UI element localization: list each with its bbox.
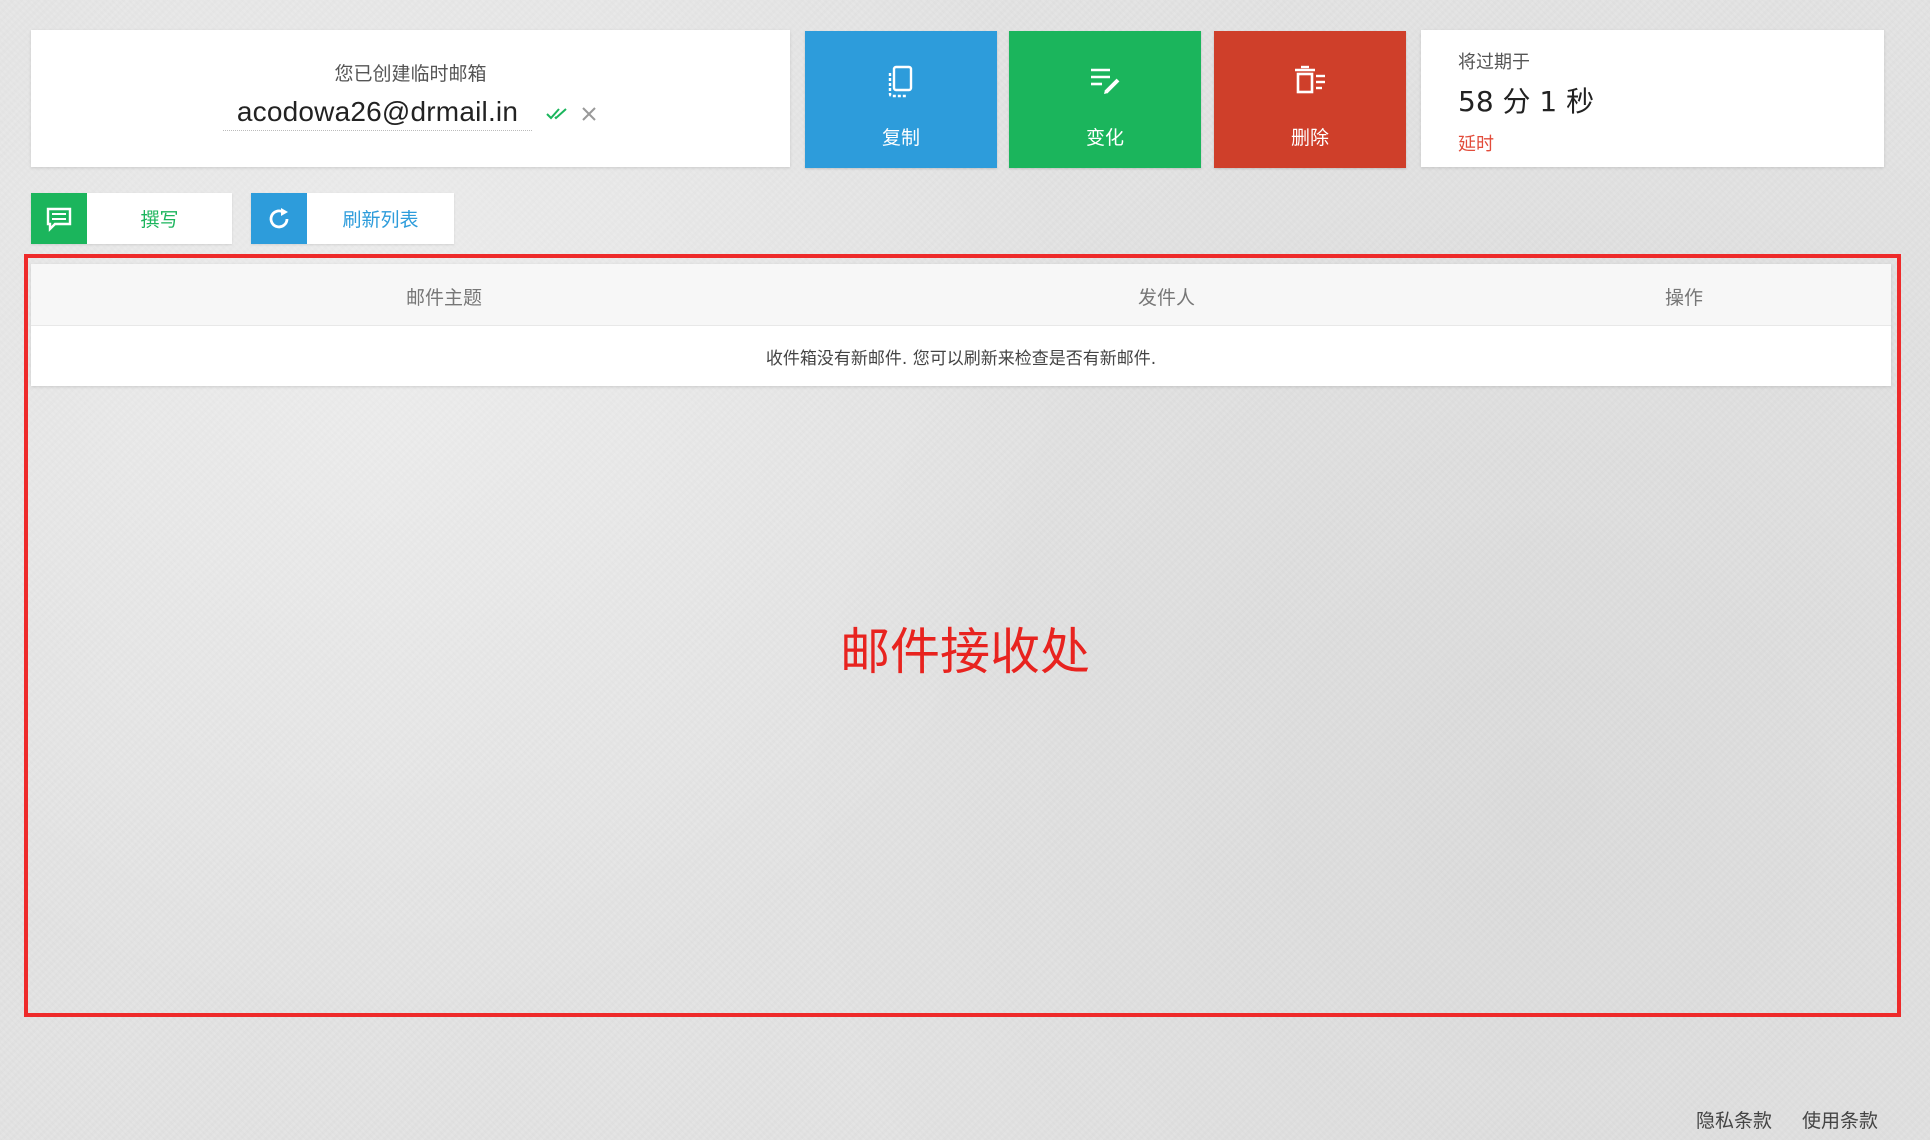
address-caption: 您已创建临时邮箱	[334, 63, 487, 85]
message-icon	[31, 193, 87, 244]
copy-button[interactable]: 复制	[805, 31, 997, 168]
address-card: 您已创建临时邮箱 acodowa26@drmail.in	[31, 30, 790, 167]
delete-label: 删除	[1290, 127, 1329, 149]
refresh-icon	[251, 193, 307, 244]
copy-label: 复制	[881, 127, 920, 149]
expiry-label: 将过期于	[1458, 52, 1530, 73]
extend-link[interactable]: 延时	[1458, 130, 1494, 156]
expiry-card: 将过期于 58 分 1 秒 延时	[1421, 30, 1884, 167]
change-label: 变化	[1085, 127, 1124, 149]
email-address[interactable]: acodowa26@drmail.in	[222, 96, 533, 131]
expiry-countdown: 58 分 1 秒	[1458, 85, 1595, 118]
refresh-list-label: 刷新列表	[342, 209, 419, 231]
copy-icon	[805, 65, 997, 99]
close-icon[interactable]	[580, 105, 598, 123]
edit-list-icon	[1009, 65, 1201, 97]
compose-button[interactable]: 撰写	[31, 193, 232, 244]
trash-icon	[1214, 65, 1406, 97]
double-check-icon	[546, 106, 570, 122]
terms-link[interactable]: 使用条款	[1802, 1106, 1878, 1133]
footer: 隐私条款 使用条款	[1696, 1106, 1878, 1133]
privacy-link[interactable]: 隐私条款	[1696, 1106, 1772, 1133]
refresh-list-button[interactable]: 刷新列表	[251, 193, 454, 244]
compose-label: 撰写	[140, 209, 179, 231]
delete-button[interactable]: 删除	[1214, 31, 1406, 168]
inbox-annotation-label: 邮件接收处	[840, 623, 1090, 681]
change-button[interactable]: 变化	[1009, 31, 1201, 168]
address-row: acodowa26@drmail.in	[31, 96, 790, 131]
